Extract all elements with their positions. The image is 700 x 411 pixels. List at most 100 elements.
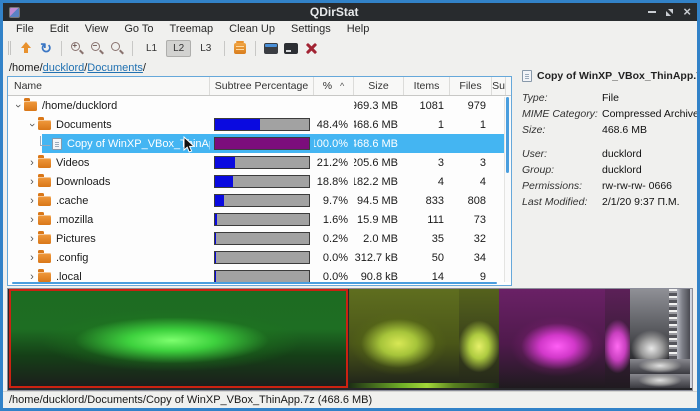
toolbar-button-l1[interactable]: L1 xyxy=(139,40,164,57)
table-row-documents[interactable]: › Documents 48.4% 468.6 MB 1 1 xyxy=(8,115,511,134)
item-name: .config xyxy=(56,251,89,264)
treemap-block-gray-column[interactable] xyxy=(677,289,690,359)
chevron-right-icon[interactable]: › xyxy=(26,233,38,245)
menu-go-to[interactable]: Go To xyxy=(117,22,160,36)
treemap-block-yellowgreen-small[interactable] xyxy=(459,289,499,388)
menu-bar: File Edit View Go To Treemap Clean Up Settings… xyxy=(3,21,697,37)
details-file-icon xyxy=(522,70,532,82)
chevron-right-icon[interactable]: › xyxy=(26,195,38,207)
refresh-icon: ↻ xyxy=(40,40,52,56)
toolbar-terminal-button[interactable] xyxy=(281,39,301,57)
files-cell xyxy=(450,134,492,153)
treemap-block-gray-bottom-1[interactable] xyxy=(630,359,690,374)
menu-clean-up[interactable]: Clean Up xyxy=(222,22,282,36)
table-row-mozilla[interactable]: › .mozilla 1.6% 15.9 MB 111 73 xyxy=(8,210,511,229)
table-row-videos[interactable]: › Videos 21.2% 205.6 MB 3 3 xyxy=(8,153,511,172)
treemap-view xyxy=(7,288,693,391)
toolbar-refresh-button[interactable]: ↻ xyxy=(36,39,56,57)
size-cell: 205.6 MB xyxy=(354,156,398,169)
files-cell: 73 xyxy=(473,213,486,226)
items-cell: 1 xyxy=(437,118,444,131)
column-header-[interactable]: % ^ xyxy=(314,77,354,95)
name-cell: › Videos xyxy=(8,153,210,172)
treemap-block-magenta-small[interactable] xyxy=(605,289,630,388)
field-label: Permissions: xyxy=(522,180,583,192)
tree-body: › /home/ducklord 969.3 MB 1081 979 › Documents… xyxy=(8,96,511,285)
toolbar-zoom-reset-button[interactable] xyxy=(107,39,127,57)
subtree-percentage-cell xyxy=(210,191,314,210)
subtree-percentage-cell xyxy=(210,115,314,134)
details-field-user: User: ducklord xyxy=(522,148,697,160)
toolbar-button-l2[interactable]: L2 xyxy=(166,39,192,57)
table-row-downloads[interactable]: › Downloads 18.8% 182.2 MB 4 4 xyxy=(8,172,511,191)
item-name: /home/ducklord xyxy=(42,99,118,112)
menu-edit[interactable]: Edit xyxy=(43,22,76,36)
chevron-down-icon[interactable]: › xyxy=(26,119,38,131)
restore-button[interactable] xyxy=(666,8,674,16)
chevron-right-icon[interactable]: › xyxy=(26,214,38,226)
tree-vertical-scrollbar-handle[interactable] xyxy=(506,97,509,173)
items-cell: 3 xyxy=(437,156,444,169)
treemap-block-green-strip[interactable] xyxy=(349,383,499,388)
menu-view[interactable]: View xyxy=(78,22,116,36)
chevron-right-icon[interactable]: › xyxy=(26,271,38,283)
menu-help[interactable]: Help xyxy=(340,22,377,36)
tree-horizontal-scrollbar[interactable] xyxy=(12,282,497,284)
breadcrumb-link-ducklord[interactable]: ducklord xyxy=(43,62,85,74)
tree-vertical-scrollbar[interactable] xyxy=(504,97,511,282)
table-row-cache[interactable]: › .cache 9.7% 94.5 MB 833 808 xyxy=(8,191,511,210)
table-row-config[interactable]: › .config 0.0% 312.7 kB 50 34 xyxy=(8,248,511,267)
chevron-right-icon[interactable]: › xyxy=(26,176,38,188)
treemap-block-magenta-large[interactable] xyxy=(499,289,605,388)
chevron-right-icon[interactable]: › xyxy=(26,157,38,169)
items-cell: 833 xyxy=(425,194,444,207)
toolbar-zoom-out-button[interactable]: − xyxy=(87,39,107,57)
toolbar-button-l3[interactable]: L3 xyxy=(193,40,218,57)
table-row-copy-of-winxp-vbox-thinapp-7z[interactable]: Copy of WinXP_VBox_ThinApp.7z 100.0% 468.6… xyxy=(8,134,511,153)
tree-header: Name Subtree Percentage% ^ Size Items Files Su xyxy=(8,77,511,96)
percentage-bar-fill xyxy=(215,195,225,206)
toolbar-go-up-button[interactable] xyxy=(16,39,36,57)
column-header-name[interactable]: Name xyxy=(8,77,210,95)
name-cell: Copy of WinXP_VBox_ThinApp.7z xyxy=(8,134,210,153)
chevron-right-icon[interactable]: › xyxy=(26,252,38,264)
zoom-in-icon-sign: + xyxy=(72,40,78,50)
treemap-block-light-strip[interactable] xyxy=(690,289,692,388)
field-label: Type: xyxy=(522,92,548,104)
column-header-items[interactable]: Items xyxy=(404,77,450,95)
folder-icon xyxy=(38,117,51,130)
treemap-block-gray-bottom-2[interactable] xyxy=(630,374,690,388)
column-header-su[interactable]: Su xyxy=(492,77,506,95)
toolbar: ↻ + − L1 L2 L3 xyxy=(3,37,697,59)
delete-icon xyxy=(305,42,318,55)
close-button[interactable]: × xyxy=(683,5,691,18)
column-header-files[interactable]: Files xyxy=(450,77,492,95)
menu-treemap[interactable]: Treemap xyxy=(163,22,221,36)
minimize-button[interactable] xyxy=(648,11,657,13)
toolbar-zoom-in-button[interactable]: + xyxy=(67,39,87,57)
subtree-percentage-cell xyxy=(210,172,314,191)
details-group: Type: File MIME Category: Compressed Archiv… xyxy=(522,92,697,136)
zoom-reset-icon xyxy=(110,41,124,55)
table-row-home-ducklord[interactable]: › /home/ducklord 969.3 MB 1081 979 xyxy=(8,96,511,115)
toolbar-file-manager-button[interactable] xyxy=(261,39,281,57)
toolbar-delete-button[interactable] xyxy=(301,39,321,57)
toolbar-drag-handle[interactable] xyxy=(8,41,11,55)
percentage-bar xyxy=(214,232,310,245)
toolbar-cleanup-trash-button[interactable] xyxy=(230,39,250,57)
treemap-block-selected-green[interactable] xyxy=(9,289,348,388)
table-row-pictures[interactable]: › Pictures 0.2% 2.0 MB 35 32 xyxy=(8,229,511,248)
treemap-block-yellowgreen-large[interactable] xyxy=(349,289,459,388)
field-label: User: xyxy=(522,148,548,160)
chevron-down-icon[interactable]: › xyxy=(12,100,24,112)
percentage-bar-fill xyxy=(215,157,235,168)
treemap-block-gray-large[interactable] xyxy=(630,289,669,359)
menu-file[interactable]: File xyxy=(9,22,41,36)
column-header-subtree-percentage[interactable]: Subtree Percentage xyxy=(210,77,314,95)
treemap-block-gray-dots[interactable] xyxy=(669,289,677,359)
column-header-size[interactable]: Size xyxy=(354,77,404,95)
menu-settings[interactable]: Settings xyxy=(284,22,338,36)
subtree-percentage-cell xyxy=(210,153,314,172)
zoom-out-icon: − xyxy=(90,41,104,55)
breadcrumb-link-documents[interactable]: Documents xyxy=(87,62,143,74)
